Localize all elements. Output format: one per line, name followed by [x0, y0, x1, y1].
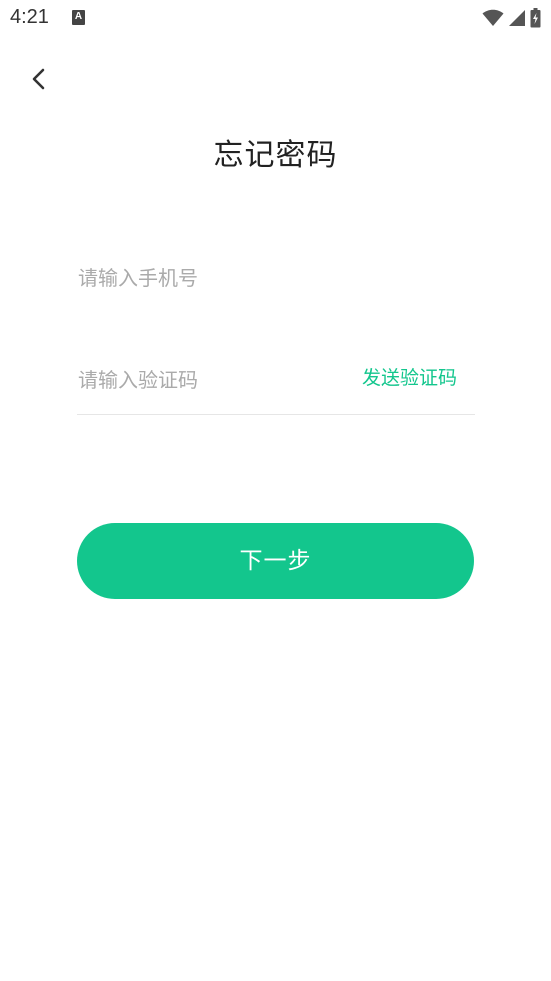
- verification-code-field: 发送验证码: [77, 358, 475, 415]
- phone-input[interactable]: [78, 258, 338, 298]
- battery-icon: [530, 8, 541, 28]
- back-button[interactable]: [24, 62, 56, 96]
- status-bar: 4:21 A: [0, 0, 551, 38]
- status-icons: [482, 8, 541, 28]
- verification-code-input[interactable]: [78, 360, 338, 400]
- phone-field: [77, 258, 475, 304]
- wifi-icon: [482, 9, 504, 26]
- chevron-left-icon: [32, 68, 45, 90]
- signal-icon: [509, 10, 525, 26]
- notification-icon: A: [72, 10, 85, 25]
- status-time: 4:21: [10, 6, 49, 28]
- next-button[interactable]: 下一步: [77, 523, 474, 599]
- page-title: 忘记密码: [213, 138, 338, 173]
- send-code-button[interactable]: 发送验证码: [362, 363, 457, 390]
